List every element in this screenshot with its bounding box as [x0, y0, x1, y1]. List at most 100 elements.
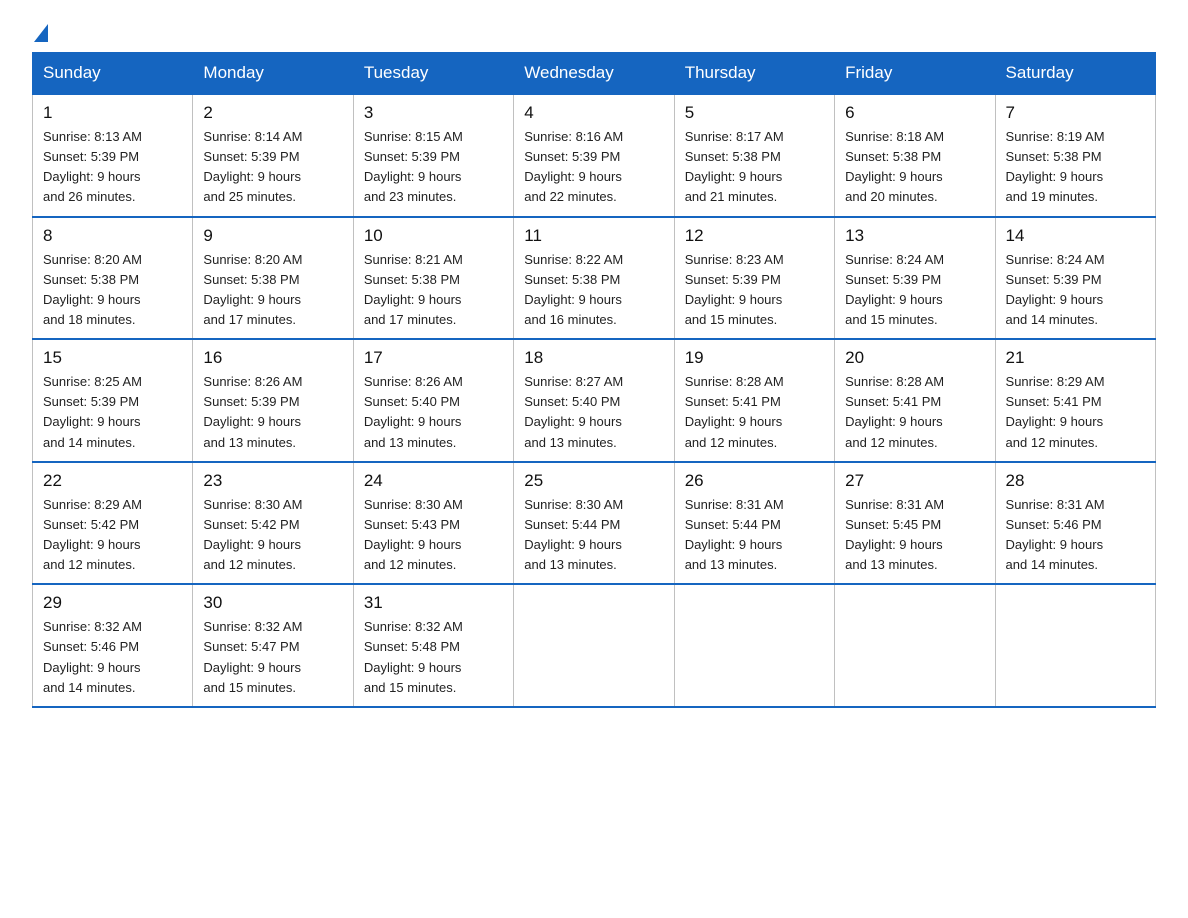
day-info: Sunrise: 8:31 AMSunset: 5:44 PMDaylight:… — [685, 497, 784, 572]
day-number: 2 — [203, 103, 342, 123]
day-number: 19 — [685, 348, 824, 368]
calendar-cell — [995, 584, 1155, 707]
calendar-week-row: 29 Sunrise: 8:32 AMSunset: 5:46 PMDaylig… — [33, 584, 1156, 707]
day-info: Sunrise: 8:17 AMSunset: 5:38 PMDaylight:… — [685, 129, 784, 204]
calendar-cell: 23 Sunrise: 8:30 AMSunset: 5:42 PMDaylig… — [193, 462, 353, 585]
day-info: Sunrise: 8:29 AMSunset: 5:41 PMDaylight:… — [1006, 374, 1105, 449]
calendar-cell: 11 Sunrise: 8:22 AMSunset: 5:38 PMDaylig… — [514, 217, 674, 340]
day-info: Sunrise: 8:31 AMSunset: 5:45 PMDaylight:… — [845, 497, 944, 572]
logo — [32, 24, 50, 40]
day-info: Sunrise: 8:18 AMSunset: 5:38 PMDaylight:… — [845, 129, 944, 204]
day-number: 1 — [43, 103, 182, 123]
day-info: Sunrise: 8:30 AMSunset: 5:42 PMDaylight:… — [203, 497, 302, 572]
day-info: Sunrise: 8:14 AMSunset: 5:39 PMDaylight:… — [203, 129, 302, 204]
day-number: 31 — [364, 593, 503, 613]
day-number: 7 — [1006, 103, 1145, 123]
calendar-header-sunday: Sunday — [33, 53, 193, 95]
calendar-header-thursday: Thursday — [674, 53, 834, 95]
day-info: Sunrise: 8:25 AMSunset: 5:39 PMDaylight:… — [43, 374, 142, 449]
calendar-cell: 21 Sunrise: 8:29 AMSunset: 5:41 PMDaylig… — [995, 339, 1155, 462]
day-info: Sunrise: 8:30 AMSunset: 5:43 PMDaylight:… — [364, 497, 463, 572]
calendar-cell — [514, 584, 674, 707]
day-info: Sunrise: 8:13 AMSunset: 5:39 PMDaylight:… — [43, 129, 142, 204]
day-number: 23 — [203, 471, 342, 491]
calendar-cell: 5 Sunrise: 8:17 AMSunset: 5:38 PMDayligh… — [674, 94, 834, 217]
calendar-cell: 24 Sunrise: 8:30 AMSunset: 5:43 PMDaylig… — [353, 462, 513, 585]
day-number: 24 — [364, 471, 503, 491]
calendar-cell: 3 Sunrise: 8:15 AMSunset: 5:39 PMDayligh… — [353, 94, 513, 217]
calendar-cell: 10 Sunrise: 8:21 AMSunset: 5:38 PMDaylig… — [353, 217, 513, 340]
calendar-cell: 1 Sunrise: 8:13 AMSunset: 5:39 PMDayligh… — [33, 94, 193, 217]
day-info: Sunrise: 8:27 AMSunset: 5:40 PMDaylight:… — [524, 374, 623, 449]
day-info: Sunrise: 8:28 AMSunset: 5:41 PMDaylight:… — [845, 374, 944, 449]
day-number: 28 — [1006, 471, 1145, 491]
calendar-cell: 30 Sunrise: 8:32 AMSunset: 5:47 PMDaylig… — [193, 584, 353, 707]
calendar-cell: 31 Sunrise: 8:32 AMSunset: 5:48 PMDaylig… — [353, 584, 513, 707]
day-number: 21 — [1006, 348, 1145, 368]
day-info: Sunrise: 8:15 AMSunset: 5:39 PMDaylight:… — [364, 129, 463, 204]
calendar-cell: 25 Sunrise: 8:30 AMSunset: 5:44 PMDaylig… — [514, 462, 674, 585]
day-number: 9 — [203, 226, 342, 246]
day-info: Sunrise: 8:28 AMSunset: 5:41 PMDaylight:… — [685, 374, 784, 449]
calendar-cell — [674, 584, 834, 707]
logo-triangle-icon — [34, 24, 48, 42]
day-number: 22 — [43, 471, 182, 491]
day-number: 27 — [845, 471, 984, 491]
day-number: 18 — [524, 348, 663, 368]
day-number: 20 — [845, 348, 984, 368]
day-number: 30 — [203, 593, 342, 613]
calendar-header-tuesday: Tuesday — [353, 53, 513, 95]
day-info: Sunrise: 8:21 AMSunset: 5:38 PMDaylight:… — [364, 252, 463, 327]
calendar-week-row: 8 Sunrise: 8:20 AMSunset: 5:38 PMDayligh… — [33, 217, 1156, 340]
calendar-cell: 28 Sunrise: 8:31 AMSunset: 5:46 PMDaylig… — [995, 462, 1155, 585]
day-info: Sunrise: 8:24 AMSunset: 5:39 PMDaylight:… — [845, 252, 944, 327]
day-number: 25 — [524, 471, 663, 491]
day-info: Sunrise: 8:26 AMSunset: 5:40 PMDaylight:… — [364, 374, 463, 449]
day-info: Sunrise: 8:16 AMSunset: 5:39 PMDaylight:… — [524, 129, 623, 204]
calendar-cell: 17 Sunrise: 8:26 AMSunset: 5:40 PMDaylig… — [353, 339, 513, 462]
calendar-cell: 26 Sunrise: 8:31 AMSunset: 5:44 PMDaylig… — [674, 462, 834, 585]
calendar-week-row: 22 Sunrise: 8:29 AMSunset: 5:42 PMDaylig… — [33, 462, 1156, 585]
day-info: Sunrise: 8:32 AMSunset: 5:48 PMDaylight:… — [364, 619, 463, 694]
calendar-header-saturday: Saturday — [995, 53, 1155, 95]
calendar-cell: 14 Sunrise: 8:24 AMSunset: 5:39 PMDaylig… — [995, 217, 1155, 340]
calendar-cell: 29 Sunrise: 8:32 AMSunset: 5:46 PMDaylig… — [33, 584, 193, 707]
day-number: 13 — [845, 226, 984, 246]
day-info: Sunrise: 8:32 AMSunset: 5:46 PMDaylight:… — [43, 619, 142, 694]
calendar-week-row: 1 Sunrise: 8:13 AMSunset: 5:39 PMDayligh… — [33, 94, 1156, 217]
day-number: 12 — [685, 226, 824, 246]
calendar-cell: 8 Sunrise: 8:20 AMSunset: 5:38 PMDayligh… — [33, 217, 193, 340]
calendar-cell: 16 Sunrise: 8:26 AMSunset: 5:39 PMDaylig… — [193, 339, 353, 462]
day-info: Sunrise: 8:31 AMSunset: 5:46 PMDaylight:… — [1006, 497, 1105, 572]
calendar-table: SundayMondayTuesdayWednesdayThursdayFrid… — [32, 52, 1156, 708]
day-number: 17 — [364, 348, 503, 368]
calendar-header-wednesday: Wednesday — [514, 53, 674, 95]
calendar-cell: 13 Sunrise: 8:24 AMSunset: 5:39 PMDaylig… — [835, 217, 995, 340]
day-number: 11 — [524, 226, 663, 246]
page-header — [32, 24, 1156, 40]
day-number: 8 — [43, 226, 182, 246]
day-number: 29 — [43, 593, 182, 613]
day-number: 26 — [685, 471, 824, 491]
calendar-cell — [835, 584, 995, 707]
day-number: 10 — [364, 226, 503, 246]
day-info: Sunrise: 8:20 AMSunset: 5:38 PMDaylight:… — [203, 252, 302, 327]
calendar-header-friday: Friday — [835, 53, 995, 95]
day-info: Sunrise: 8:20 AMSunset: 5:38 PMDaylight:… — [43, 252, 142, 327]
day-number: 16 — [203, 348, 342, 368]
calendar-cell: 15 Sunrise: 8:25 AMSunset: 5:39 PMDaylig… — [33, 339, 193, 462]
day-info: Sunrise: 8:26 AMSunset: 5:39 PMDaylight:… — [203, 374, 302, 449]
calendar-cell: 12 Sunrise: 8:23 AMSunset: 5:39 PMDaylig… — [674, 217, 834, 340]
calendar-week-row: 15 Sunrise: 8:25 AMSunset: 5:39 PMDaylig… — [33, 339, 1156, 462]
calendar-header-row: SundayMondayTuesdayWednesdayThursdayFrid… — [33, 53, 1156, 95]
calendar-cell: 7 Sunrise: 8:19 AMSunset: 5:38 PMDayligh… — [995, 94, 1155, 217]
day-number: 5 — [685, 103, 824, 123]
day-number: 4 — [524, 103, 663, 123]
day-number: 6 — [845, 103, 984, 123]
calendar-cell: 22 Sunrise: 8:29 AMSunset: 5:42 PMDaylig… — [33, 462, 193, 585]
calendar-cell: 2 Sunrise: 8:14 AMSunset: 5:39 PMDayligh… — [193, 94, 353, 217]
calendar-cell: 27 Sunrise: 8:31 AMSunset: 5:45 PMDaylig… — [835, 462, 995, 585]
calendar-cell: 6 Sunrise: 8:18 AMSunset: 5:38 PMDayligh… — [835, 94, 995, 217]
day-info: Sunrise: 8:30 AMSunset: 5:44 PMDaylight:… — [524, 497, 623, 572]
day-info: Sunrise: 8:23 AMSunset: 5:39 PMDaylight:… — [685, 252, 784, 327]
